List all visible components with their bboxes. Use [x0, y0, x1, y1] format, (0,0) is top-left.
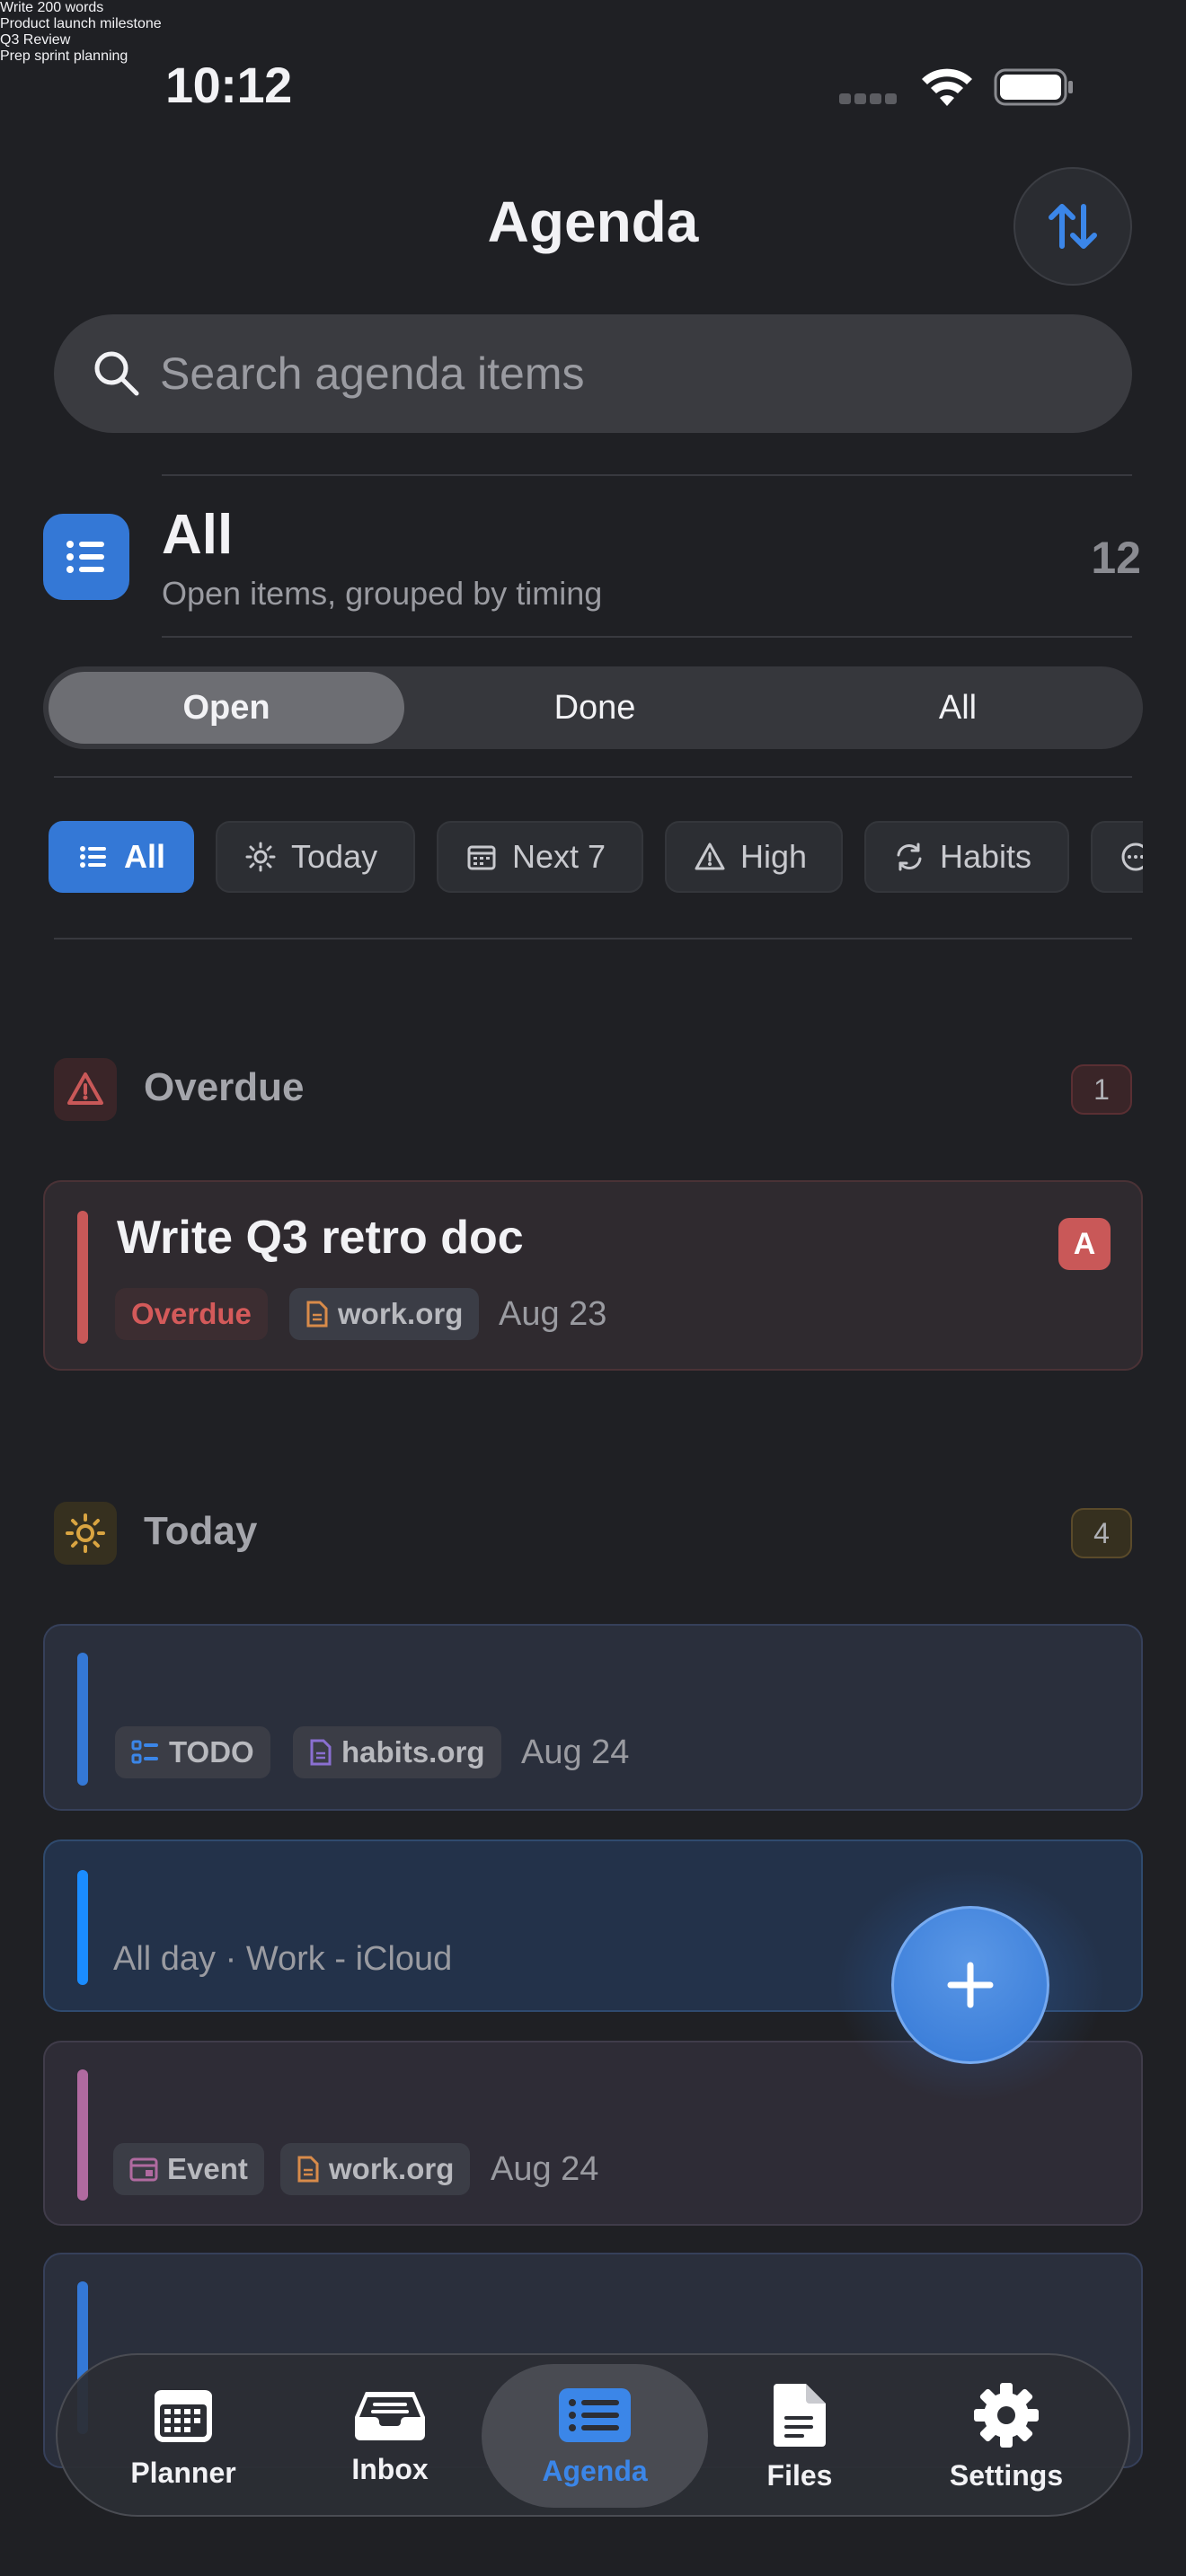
- item-date: Aug 24: [521, 1734, 630, 1771]
- tab-files[interactable]: Files: [710, 2355, 890, 2519]
- list-icon: [79, 846, 106, 868]
- page-title: Agenda: [487, 190, 699, 254]
- item-color-bar: [77, 1653, 88, 1786]
- divider: [54, 776, 1132, 778]
- status-segmented-control: Open Done All: [43, 666, 1143, 749]
- file-tag[interactable]: work.org: [289, 1288, 480, 1340]
- sort-arrows-icon: [1049, 204, 1097, 249]
- sun-icon: [66, 1513, 105, 1553]
- divider: [162, 474, 1132, 476]
- tab-label: Agenda: [542, 2454, 648, 2487]
- chip-more[interactable]: [1091, 821, 1143, 893]
- agenda-item-card[interactable]: [43, 1180, 1143, 1371]
- calendar-icon: [467, 845, 496, 870]
- sun-icon: [245, 842, 276, 872]
- todo-icon: [131, 1740, 158, 1764]
- tab-label: Planner: [130, 2456, 236, 2489]
- item-color-bar: [77, 2069, 88, 2201]
- more-icon: [1121, 842, 1143, 871]
- tab-planner[interactable]: Planner: [93, 2355, 273, 2519]
- chip-label: Next 7: [512, 838, 606, 875]
- segment-done[interactable]: Done: [417, 672, 773, 744]
- tag-label: habits.org: [341, 1735, 485, 1769]
- tab-bar: Planner Inbox Agenda Files Settings: [56, 2353, 1130, 2517]
- tag-label: work.org: [329, 2152, 455, 2185]
- item-title: Write Q3 retro doc: [117, 1212, 524, 1264]
- segment-all[interactable]: All: [780, 672, 1136, 744]
- tab-agenda[interactable]: Agenda: [505, 2355, 685, 2519]
- section-title-overdue: Overdue: [144, 1065, 305, 1109]
- calendar-grid-icon: [155, 2389, 212, 2442]
- section-count-overdue: 1: [1071, 1064, 1132, 1115]
- chip-habits[interactable]: Habits: [864, 821, 1069, 893]
- battery-icon: [994, 68, 1073, 106]
- priority-badge: A: [1058, 1218, 1111, 1270]
- repeat-icon: [897, 842, 922, 871]
- tag-label: TODO: [169, 1735, 254, 1769]
- section-count-today: 4: [1071, 1508, 1132, 1558]
- warning-icon: [695, 842, 725, 870]
- wifi-icon: [922, 68, 972, 106]
- agenda-item-card[interactable]: [43, 1624, 1143, 1811]
- chip-label: Today: [291, 838, 378, 875]
- kind-tag: TODO: [115, 1726, 270, 1778]
- chip-label: High: [740, 838, 808, 875]
- search-input[interactable]: [160, 314, 1094, 433]
- tab-settings[interactable]: Settings: [916, 2355, 1096, 2519]
- chip-label: All: [123, 838, 165, 875]
- overdue-tag: Overdue: [115, 1288, 268, 1340]
- divider: [162, 636, 1132, 638]
- search-icon: [94, 351, 139, 396]
- tab-inbox[interactable]: Inbox: [300, 2355, 480, 2519]
- tab-label: Files: [766, 2458, 833, 2492]
- segment-open[interactable]: Open: [49, 672, 404, 744]
- gear-icon: [974, 2382, 1039, 2448]
- file-icon: [310, 1739, 332, 1766]
- file-icon: [297, 2156, 319, 2183]
- tag-label: work.org: [338, 1297, 464, 1330]
- warning-icon: [67, 1072, 103, 1105]
- chip-high[interactable]: High: [665, 821, 843, 893]
- add-item-button[interactable]: [891, 1906, 1049, 2064]
- filter-list-icon: [43, 514, 129, 600]
- agenda-list-icon: [559, 2387, 631, 2442]
- filter-description: Open items, grouped by timing: [162, 575, 603, 612]
- item-title: Q3 Review: [0, 32, 71, 48]
- file-tag[interactable]: work.org: [280, 2143, 471, 2195]
- plus-icon: [947, 1962, 994, 2008]
- filter-chips: All Today Next 7 High Habits: [49, 821, 1143, 895]
- chip-next-7[interactable]: Next 7: [437, 821, 643, 893]
- file-icon: [306, 1301, 328, 1328]
- cellular-signal-icon: [839, 93, 911, 104]
- filter-count: 12: [1091, 533, 1141, 583]
- section-title-today: Today: [144, 1509, 258, 1553]
- overdue-section-icon: [54, 1058, 117, 1121]
- item-date: Aug 24: [491, 2150, 599, 2188]
- item-color-bar: [77, 1870, 88, 1985]
- sort-button[interactable]: [1013, 167, 1132, 286]
- kind-tag: Event: [113, 2143, 264, 2195]
- divider: [54, 938, 1132, 940]
- search-bar[interactable]: [54, 314, 1132, 433]
- today-section-icon: [54, 1502, 117, 1565]
- tag-label: Overdue: [131, 1297, 252, 1330]
- chip-today[interactable]: Today: [216, 821, 415, 893]
- agenda-screen: 10:12 Agenda Search agenda items All Ope…: [0, 0, 1186, 2576]
- filter-name: All: [162, 504, 234, 566]
- chip-all[interactable]: All: [49, 821, 194, 893]
- status-time: 10:12: [165, 57, 292, 113]
- document-icon: [774, 2383, 826, 2447]
- event-subtitle: All day · Work - iCloud: [113, 1940, 453, 1978]
- item-color-bar: [77, 1211, 88, 1344]
- event-icon: [129, 2157, 158, 2182]
- item-title: Product launch milestone: [0, 16, 162, 31]
- tab-label: Inbox: [351, 2452, 429, 2485]
- tag-label: Event: [167, 2152, 248, 2185]
- inbox-tray-icon: [355, 2391, 425, 2440]
- chip-label: Habits: [940, 838, 1032, 875]
- item-date: Aug 23: [499, 1295, 607, 1333]
- item-title: Write 200 words: [0, 0, 104, 15]
- tab-label: Settings: [949, 2458, 1064, 2492]
- file-tag[interactable]: habits.org: [293, 1726, 501, 1778]
